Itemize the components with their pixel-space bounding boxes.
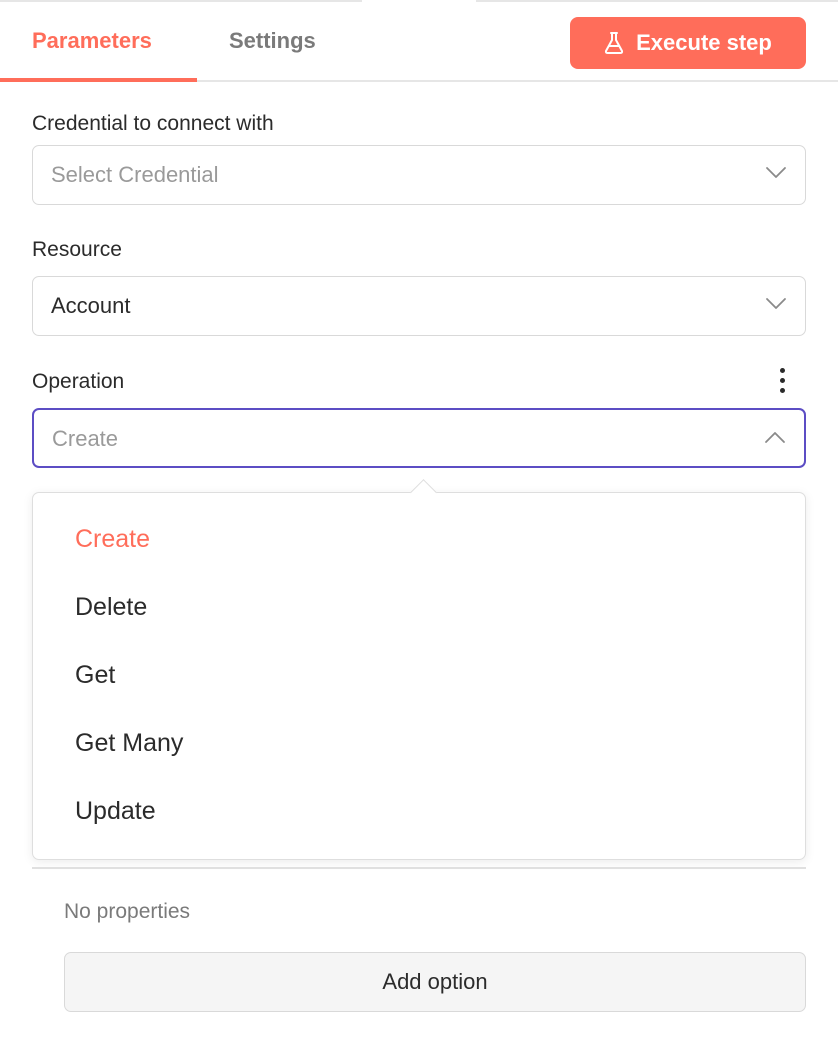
resource-label: Resource bbox=[32, 238, 122, 261]
tab-settings[interactable]: Settings bbox=[229, 28, 316, 54]
execute-step-label: Execute step bbox=[636, 30, 772, 55]
dropdown-option-get-many[interactable]: Get Many bbox=[75, 729, 183, 758]
resource-select[interactable]: Account bbox=[32, 276, 806, 336]
credential-placeholder: Select Credential bbox=[51, 162, 219, 187]
flask-icon bbox=[604, 32, 624, 54]
section-divider bbox=[32, 867, 806, 869]
dropdown-option-delete[interactable]: Delete bbox=[75, 593, 147, 622]
operation-select[interactable]: Create bbox=[32, 408, 806, 468]
no-properties-text: No properties bbox=[64, 900, 191, 923]
chevron-down-icon bbox=[765, 166, 787, 185]
add-option-button[interactable]: Add option bbox=[64, 952, 806, 1012]
resource-value: Account bbox=[51, 293, 131, 318]
dropdown-option-get[interactable]: Get bbox=[75, 661, 115, 690]
more-options-icon[interactable] bbox=[774, 368, 790, 398]
execute-step-button[interactable]: Execute step bbox=[570, 17, 806, 69]
node-parameters-panel: Parameters Settings Execute step Credent… bbox=[0, 0, 838, 1048]
dropdown-option-update[interactable]: Update bbox=[75, 797, 156, 826]
credential-label: Credential to connect with bbox=[32, 112, 274, 135]
credential-select[interactable]: Select Credential bbox=[32, 145, 806, 205]
operation-label: Operation bbox=[32, 370, 125, 393]
operation-dropdown: Create Delete Get Get Many Update bbox=[32, 492, 806, 860]
tab-bar: Parameters Settings Execute step bbox=[0, 0, 838, 82]
operation-placeholder: Create bbox=[52, 426, 119, 451]
chevron-up-icon bbox=[764, 430, 786, 449]
tab-active-indicator bbox=[0, 78, 197, 82]
tab-parameters[interactable]: Parameters bbox=[32, 28, 152, 54]
dropdown-option-create[interactable]: Create bbox=[75, 525, 150, 554]
chevron-down-icon bbox=[765, 297, 787, 316]
